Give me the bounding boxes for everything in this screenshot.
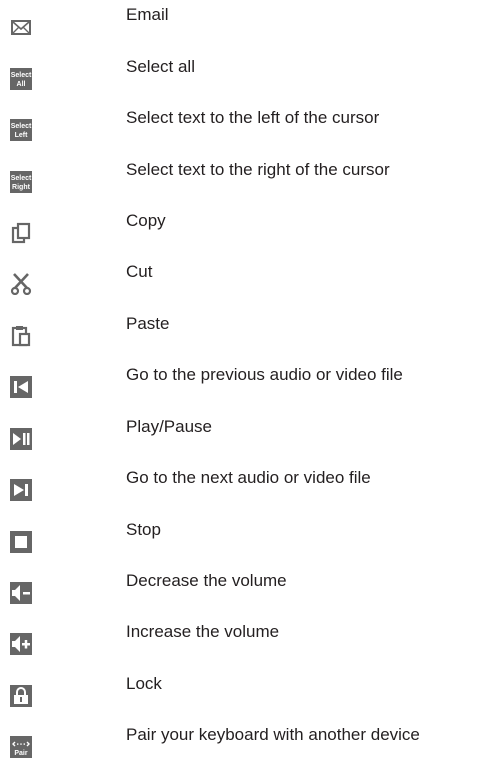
legend-row-paste: Paste bbox=[0, 314, 502, 354]
select-right-icon: Select Right bbox=[10, 171, 32, 193]
legend-row-next-track: Go to the next audio or video file bbox=[0, 468, 502, 508]
legend-label: Cut bbox=[126, 262, 153, 281]
select-all-icon: Select All bbox=[10, 68, 32, 90]
legend-row-previous-track: Go to the previous audio or video file bbox=[0, 365, 502, 405]
previous-track-icon bbox=[10, 376, 32, 398]
svg-text:All: All bbox=[17, 81, 26, 88]
volume-up-icon bbox=[10, 633, 32, 655]
legend-row-select-left: Select Left Select text to the left of t… bbox=[0, 108, 502, 148]
legend-row-lock: Lock bbox=[0, 674, 502, 714]
legend-label: Play/Pause bbox=[126, 417, 212, 436]
legend-label: Copy bbox=[126, 211, 166, 230]
legend-label: Email bbox=[126, 5, 169, 24]
legend-row-play-pause: Play/Pause bbox=[0, 417, 502, 457]
lock-icon bbox=[10, 685, 32, 707]
svg-text:Left: Left bbox=[15, 132, 29, 139]
legend-row-select-all: Select All Select all bbox=[0, 57, 502, 97]
legend-row-volume-up: Increase the volume bbox=[0, 622, 502, 662]
volume-down-icon bbox=[10, 582, 32, 604]
legend-row-volume-down: Decrease the volume bbox=[0, 571, 502, 611]
legend-row-email: Email bbox=[0, 5, 502, 45]
next-track-icon bbox=[10, 479, 32, 501]
play-pause-icon bbox=[10, 428, 32, 450]
paste-icon bbox=[10, 325, 32, 347]
legend-label: Stop bbox=[126, 520, 161, 539]
legend-label: Go to the next audio or video file bbox=[126, 468, 371, 487]
svg-text:Select: Select bbox=[11, 123, 32, 130]
legend-label: Go to the previous audio or video file bbox=[126, 365, 403, 384]
legend-label: Increase the volume bbox=[126, 622, 280, 641]
svg-text:Select: Select bbox=[11, 72, 32, 79]
legend-label: Decrease the volume bbox=[126, 571, 287, 590]
legend-row-cut: Cut bbox=[0, 262, 502, 302]
legend-row-copy: Copy bbox=[0, 211, 502, 251]
email-icon bbox=[10, 16, 32, 38]
svg-text:Right: Right bbox=[12, 184, 31, 191]
legend-label: Pair your keyboard with another device bbox=[126, 725, 420, 744]
legend-label: Select text to the left of the cursor bbox=[126, 108, 380, 127]
legend-row-stop: Stop bbox=[0, 520, 502, 560]
cut-icon bbox=[10, 273, 32, 295]
legend-label: Select text to the right of the cursor bbox=[126, 160, 390, 179]
stop-icon bbox=[10, 531, 32, 553]
legend-label: Paste bbox=[126, 314, 170, 333]
copy-icon bbox=[10, 222, 32, 244]
legend-label: Lock bbox=[126, 674, 162, 693]
legend-row-select-right: Select Right Select text to the right of… bbox=[0, 160, 502, 200]
legend-label: Select all bbox=[126, 57, 195, 76]
legend-row-pair: Pair Pair your keyboard with another dev… bbox=[0, 725, 502, 765]
pair-icon: Pair bbox=[10, 736, 32, 758]
svg-text:Select: Select bbox=[11, 175, 32, 182]
select-left-icon: Select Left bbox=[10, 119, 32, 141]
